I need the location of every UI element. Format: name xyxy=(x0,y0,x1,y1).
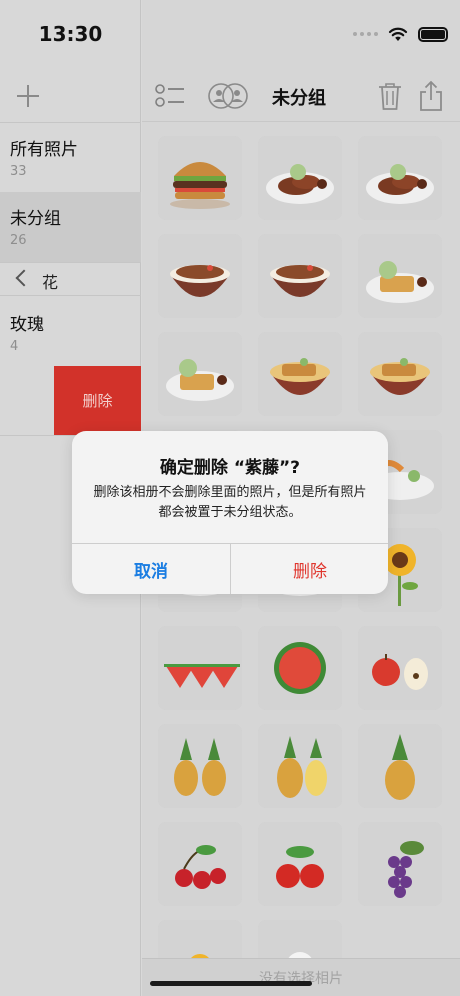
pork-chops-image xyxy=(358,136,442,220)
album-count: 4 xyxy=(10,339,19,354)
photo-thumbnail-grapes[interactable] xyxy=(358,822,442,906)
confirm-delete-button[interactable]: 删除 xyxy=(231,544,388,594)
battery-icon xyxy=(418,26,448,42)
photo-thumbnail-watermelon-slices[interactable] xyxy=(158,626,242,710)
katsudon-image xyxy=(358,332,442,416)
chevron-left-icon[interactable] xyxy=(15,269,33,287)
status-time: 13:30 xyxy=(38,22,103,46)
tonkatsu-image xyxy=(358,234,442,318)
photo-thumbnail-watermelon-half[interactable] xyxy=(258,626,342,710)
album-item-rose[interactable]: 玫瑰 4 xyxy=(0,298,141,368)
album-item-all-photos[interactable]: 所有照片 33 xyxy=(0,123,141,193)
share-icon[interactable] xyxy=(415,80,447,112)
photo-thumbnail-katsudon[interactable] xyxy=(258,332,342,416)
group-back-row[interactable]: 花 xyxy=(0,262,141,296)
wifi-icon xyxy=(388,27,408,41)
plus-icon[interactable] xyxy=(14,82,42,110)
beef-rice-bowl-image xyxy=(258,234,342,318)
face-group-icon[interactable] xyxy=(206,80,250,112)
cancel-button[interactable]: 取消 xyxy=(72,544,230,594)
delete-album-alert: 确定删除 “紫藤”? 删除该相册不会删除里面的照片，但是所有照片都会被置于未分组… xyxy=(72,431,388,594)
watermelon-half-image xyxy=(258,626,342,710)
trash-icon[interactable] xyxy=(374,80,406,112)
photo-thumbnail-cherries[interactable] xyxy=(158,822,242,906)
photo-thumbnail-pineapple-pair[interactable] xyxy=(158,724,242,808)
album-count: 33 xyxy=(10,164,27,179)
pineapple-pair-image xyxy=(158,724,242,808)
pineapple-image xyxy=(358,724,442,808)
status-icons xyxy=(353,26,448,42)
album-name: 所有照片 xyxy=(10,140,78,160)
swipe-delete-button[interactable]: 删除 xyxy=(54,366,141,435)
photo-thumbnail-apple-pear[interactable] xyxy=(358,626,442,710)
photo-thumbnail-pork-chops[interactable] xyxy=(258,136,342,220)
home-indicator xyxy=(150,981,312,986)
burger-image xyxy=(158,136,242,220)
pineapple-cut-image xyxy=(258,724,342,808)
album-name: 未分组 xyxy=(10,209,61,229)
tomatoes-image xyxy=(258,822,342,906)
katsudon-image xyxy=(258,332,342,416)
list-select-icon[interactable] xyxy=(154,80,186,112)
photo-thumbnail-tonkatsu[interactable] xyxy=(158,332,242,416)
album-name: 玫瑰 xyxy=(10,315,44,335)
beef-rice-bowl-image xyxy=(158,234,242,318)
pork-chops-image xyxy=(258,136,342,220)
photo-thumbnail-tonkatsu[interactable] xyxy=(358,234,442,318)
photo-thumbnail-pineapple[interactable] xyxy=(358,724,442,808)
toolbar: 未分组 xyxy=(142,70,460,122)
photo-thumbnail-burger[interactable] xyxy=(158,136,242,220)
photo-thumbnail-katsudon[interactable] xyxy=(358,332,442,416)
album-item-ungrouped[interactable]: 未分组 26 xyxy=(0,192,141,262)
photo-thumbnail-pork-chops[interactable] xyxy=(358,136,442,220)
alert-title: 确定删除 “紫藤”? xyxy=(159,458,301,478)
alert-message: 删除该相册不会删除里面的照片，但是所有照片都会被置于未分组状态。 xyxy=(93,485,367,520)
watermelon-slices-image xyxy=(158,626,242,710)
page-title: 未分组 xyxy=(272,88,326,109)
photo-thumbnail-pineapple-cut[interactable] xyxy=(258,724,342,808)
photo-thumbnail-beef-rice-bowl[interactable] xyxy=(258,234,342,318)
grapes-image xyxy=(358,822,442,906)
signal-dots-icon xyxy=(353,32,378,36)
apple-pear-image xyxy=(358,626,442,710)
group-label: 花 xyxy=(42,273,59,292)
tonkatsu-image xyxy=(158,332,242,416)
photo-thumbnail-tomatoes[interactable] xyxy=(258,822,342,906)
photo-thumbnail-beef-rice-bowl[interactable] xyxy=(158,234,242,318)
album-count: 26 xyxy=(10,233,27,248)
bottom-bar: 没有选择相片 xyxy=(142,958,460,996)
cherries-image xyxy=(158,822,242,906)
